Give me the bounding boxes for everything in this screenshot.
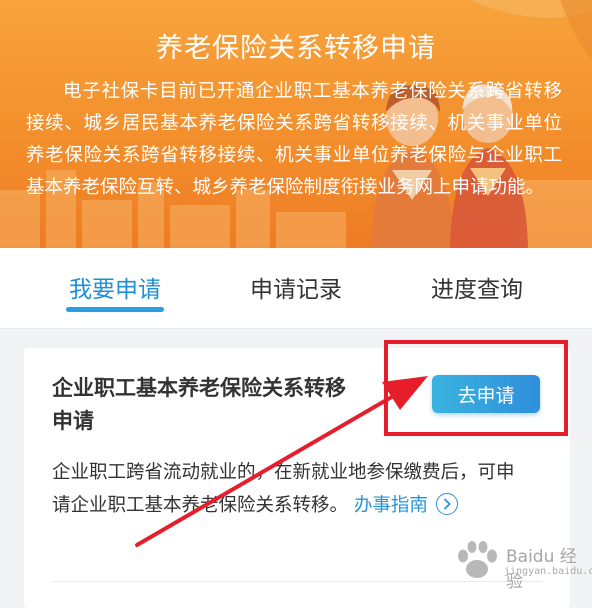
chevron-right-circle-icon[interactable] (435, 493, 458, 515)
card-description: 企业职工跨省流动就业的，在新就业地参保缴费后，可申请企业职工基本养老保险关系转移… (52, 456, 528, 522)
highlight-box (384, 340, 568, 436)
baidu-watermark: Baidu 经验 jingyan.baidu.com (452, 536, 592, 592)
service-guide-link[interactable]: 办事指南 (354, 493, 458, 516)
tab-bar: 我要申请 申请记录 进度查询 (0, 248, 592, 329)
service-guide-label[interactable]: 办事指南 (354, 495, 428, 516)
tab-progress-query[interactable]: 进度查询 (407, 270, 547, 304)
tab-application-records[interactable]: 申请记录 (226, 270, 366, 304)
banner-description: 电子社保卡目前已开通企业职工基本养老保险关系跨省转移接续、城乡居民基本养老保险关… (26, 81, 562, 198)
paw-icon (458, 541, 497, 578)
card-title: 企业职工基本养老保险关系转移申请 (52, 376, 346, 433)
active-tab-indicator (66, 307, 164, 312)
tab-apply[interactable]: 我要申请 (45, 270, 185, 304)
page-title: 养老保险关系转移申请 (156, 33, 436, 64)
watermark-url: jingyan.baidu.com (504, 566, 592, 577)
header-banner: 养老保险关系转移申请 电子社保卡目前已开通企业职工基本养老保险关系跨省转移接续、… (0, 0, 592, 248)
